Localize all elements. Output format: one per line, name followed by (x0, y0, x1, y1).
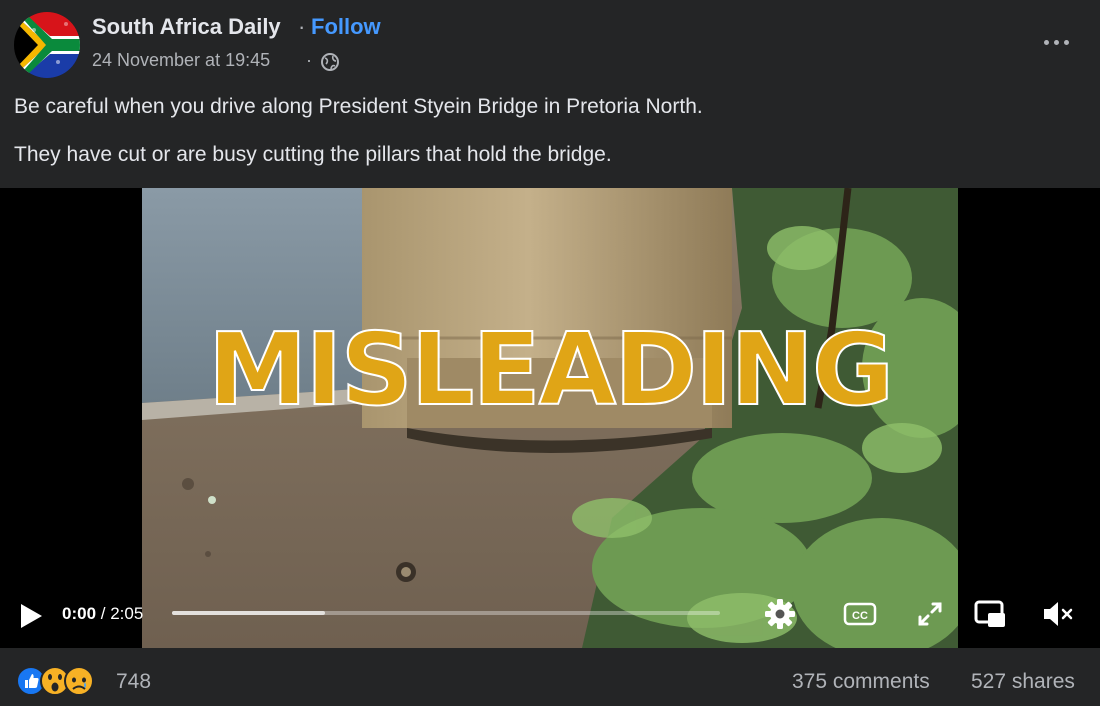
page-avatar[interactable] (14, 12, 80, 78)
reaction-icons[interactable] (16, 666, 108, 696)
name-separator: · (298, 14, 306, 39)
mute-icon[interactable] (1040, 596, 1076, 632)
post-caption-line-2: They have cut or are busy cutting the pi… (14, 143, 612, 166)
reaction-count[interactable]: 748 (116, 670, 151, 694)
shares-count[interactable]: 527 shares (971, 670, 1075, 694)
post-timestamp[interactable]: 24 November at 19:45 (92, 50, 270, 71)
more-options-icon[interactable] (1040, 30, 1074, 54)
current-time: 0:00 (62, 604, 97, 623)
post-header: South Africa Daily · Follow 24 November … (0, 0, 1100, 188)
duration: / 2:05 (100, 604, 144, 623)
buffered-progress (172, 611, 326, 615)
captions-icon[interactable]: CC (842, 596, 878, 632)
page-name[interactable]: South Africa Daily (92, 14, 281, 40)
post-caption-line-1: Be careful when you drive along Presiden… (14, 95, 703, 118)
follow-button[interactable]: Follow (311, 14, 381, 40)
time-display: 0:00 / 2:05 (62, 604, 143, 624)
video-player[interactable]: MISLEADING 0:00 / 2:05 CC (0, 188, 1100, 648)
comments-count[interactable]: 375 comments (792, 670, 930, 694)
settings-icon[interactable] (762, 596, 798, 632)
fullscreen-icon[interactable] (912, 596, 948, 632)
timestamp-separator: · (306, 50, 312, 70)
sad-icon (64, 666, 94, 696)
misleading-overlay-label: MISLEADING (207, 311, 895, 428)
captions-label: CC (852, 610, 868, 622)
post-footer: 748 375 comments 527 shares (0, 648, 1100, 706)
picture-in-picture-icon[interactable] (972, 596, 1008, 632)
progress-bar[interactable] (172, 611, 720, 615)
play-icon[interactable] (18, 602, 44, 630)
globe-icon (320, 52, 340, 72)
video-controls: 0:00 / 2:05 CC (0, 588, 1100, 648)
